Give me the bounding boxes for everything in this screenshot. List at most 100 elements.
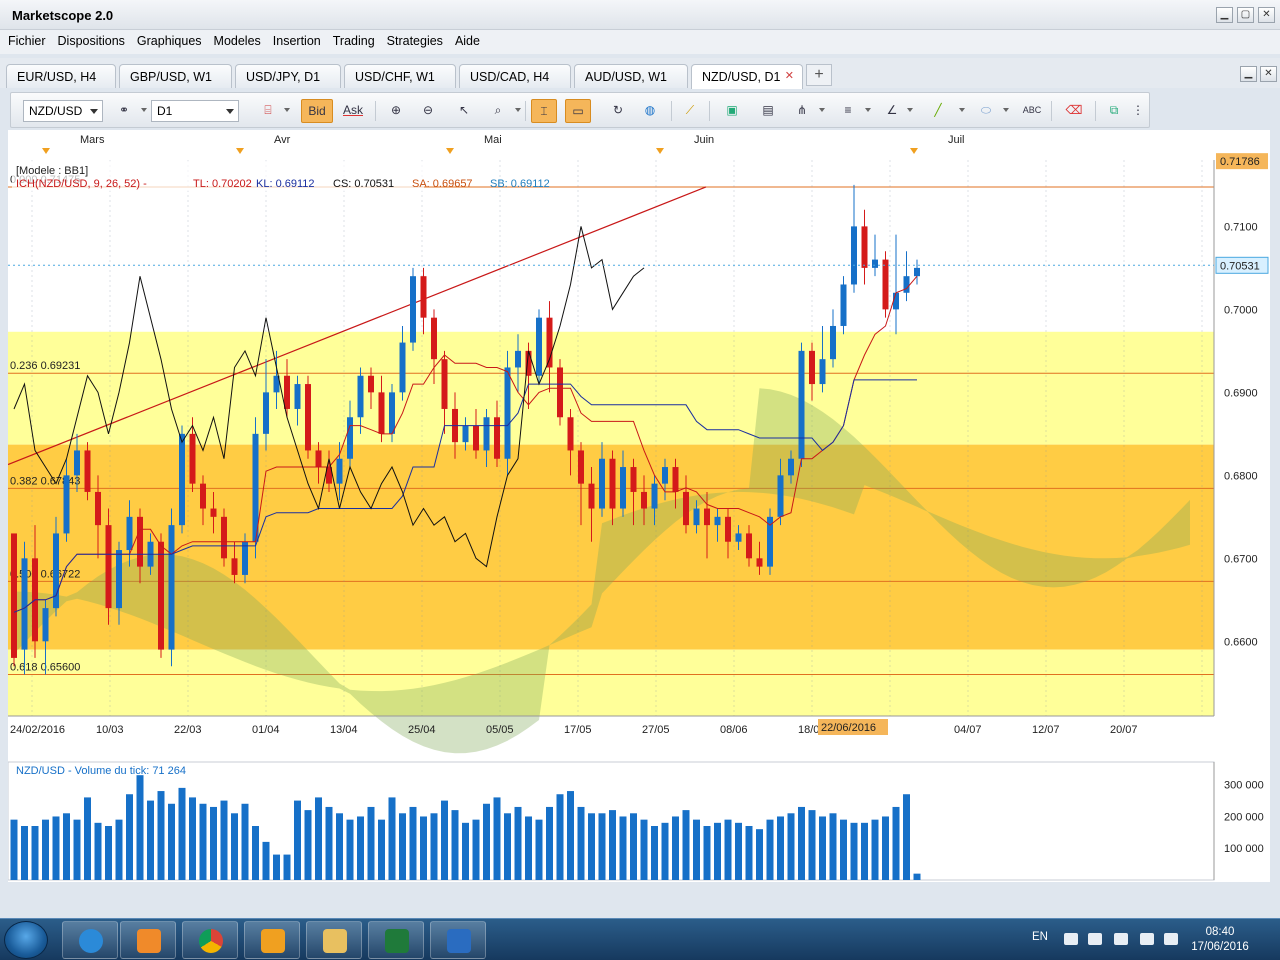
close-window-button[interactable]: ✕ <box>1258 7 1275 23</box>
menu-trading[interactable]: Trading <box>325 30 379 48</box>
date-tick-label: 08/06 <box>720 724 748 736</box>
volume-bar <box>514 806 522 880</box>
hierarchy-icon[interactable]: ⧉ <box>1101 99 1127 123</box>
refresh-icon[interactable]: ↻ <box>605 99 631 123</box>
candle-body <box>242 541 248 575</box>
fan-tool-icon[interactable]: ∠ <box>879 99 905 123</box>
taskbar-outlook-icon[interactable] <box>244 921 300 959</box>
month-marker <box>910 148 918 154</box>
tab-nzdusd-d1[interactable]: NZD/USD, D1 ✕ <box>691 64 803 89</box>
start-button[interactable] <box>4 921 48 959</box>
minimize-button[interactable]: ▁ <box>1216 7 1233 23</box>
menu-modeles[interactable]: Modeles <box>206 30 265 48</box>
globe-icon[interactable]: ◍ <box>637 99 663 123</box>
crosshair-icon[interactable]: ⌶ <box>531 99 557 123</box>
month-label: Avr <box>274 134 291 146</box>
taskbar-excel-icon[interactable] <box>368 921 424 959</box>
zoom-out-icon[interactable]: ⊖ <box>415 99 441 123</box>
volume-bar <box>777 816 784 880</box>
chart-panel[interactable]: 0.000 0.714750.236 0.692310.382 0.678430… <box>8 130 1270 882</box>
tab-usdchf-w1[interactable]: USD/CHF, W1 <box>344 64 456 88</box>
lines-tool-icon[interactable]: ≡ <box>835 99 861 123</box>
candle-body <box>641 491 647 509</box>
zoom-range-icon[interactable]: ⌕ <box>485 99 511 123</box>
tray-language[interactable]: EN <box>1032 931 1048 943</box>
ellipse-tool-icon[interactable]: ⬭ <box>973 99 999 123</box>
tray-clock[interactable]: 08:40 17/06/2016 <box>1190 925 1250 955</box>
menu-strategies[interactable]: Strategies <box>379 30 447 48</box>
menu-insertion[interactable]: Insertion <box>265 30 325 48</box>
volume-bar <box>357 816 364 880</box>
cursor-icon[interactable]: ↖ <box>451 99 477 123</box>
instrument-select[interactable]: NZD/USD <box>23 100 103 122</box>
candle-body <box>504 367 511 459</box>
volume-bar <box>882 816 889 880</box>
tab-close-icon[interactable]: ✕ <box>785 69 794 82</box>
tab-audusd-w1[interactable]: AUD/USD, W1 <box>574 64 688 88</box>
menu-dispositions[interactable]: Dispositions <box>50 30 129 48</box>
chart-type-icon[interactable]: ⌸ <box>255 99 281 123</box>
price-tick-label: 0.6900 <box>1224 387 1258 399</box>
tray-volume-icon[interactable] <box>1164 933 1178 945</box>
bid-button[interactable]: Bid <box>301 99 333 123</box>
menu-aide[interactable]: Aide <box>447 30 484 48</box>
toolbar-overflow-icon[interactable]: ⋮ <box>1131 99 1145 123</box>
volume-bar <box>556 794 564 880</box>
text-tool-icon[interactable]: ABC <box>1019 99 1045 123</box>
tray-flag-icon[interactable] <box>1114 933 1128 945</box>
volume-bar <box>756 829 763 880</box>
timeframe-select[interactable]: D1 <box>151 100 239 122</box>
taskbar-ie-icon[interactable] <box>62 921 118 959</box>
pane-minimize-button[interactable]: ▁ <box>1240 66 1257 82</box>
volume-bar <box>850 822 858 880</box>
volume-bar <box>451 810 459 880</box>
volume-bar <box>367 806 375 880</box>
chart-window-icon[interactable]: ▤ <box>755 99 781 123</box>
menu-graphiques[interactable]: Graphiques <box>129 30 206 48</box>
app-title: Marketscope 2.0 <box>12 8 114 23</box>
tab-eurusd-h4[interactable]: EUR/USD, H4 <box>6 64 116 88</box>
fork-tool-icon[interactable]: ⋔ <box>789 99 815 123</box>
volume-bar <box>903 794 910 880</box>
pane-close-button[interactable]: ✕ <box>1260 66 1277 82</box>
volume-bar <box>430 813 438 880</box>
volume-bar <box>378 819 385 880</box>
candle-body <box>578 450 584 484</box>
candle-body <box>609 458 616 509</box>
trendline-tool-icon[interactable]: ╱ <box>925 99 951 123</box>
tray-keyboard-icon[interactable] <box>1088 933 1102 945</box>
tray-arrow-icon[interactable] <box>1064 933 1078 945</box>
taskbar-explorer-icon[interactable] <box>306 921 362 959</box>
candle-body <box>620 467 626 509</box>
zoom-in-icon[interactable]: ⊕ <box>383 99 409 123</box>
volume-bar <box>178 787 186 880</box>
candlestick-chart[interactable]: 0.000 0.714750.236 0.692310.382 0.678430… <box>8 130 1270 882</box>
eraser-icon[interactable]: ⌫ <box>1061 99 1087 123</box>
candle-body <box>357 375 364 418</box>
taskbar-media-icon[interactable] <box>120 921 176 959</box>
ruler-icon[interactable]: ⟋ <box>677 99 703 123</box>
taskbar-chrome-icon[interactable] <box>182 921 238 959</box>
link-chart-icon[interactable]: ⚭ <box>111 99 137 123</box>
legend-ichimoku: ICH(NZD/USD, 9, 26, 52) - <box>16 178 147 190</box>
volume-bar <box>892 806 900 880</box>
tab-usdcad-h4[interactable]: USD/CAD, H4 <box>459 64 571 88</box>
add-tab-button[interactable]: + <box>806 64 832 86</box>
tab-gbpusd-w1[interactable]: GBP/USD, W1 <box>119 64 232 88</box>
volume-bar <box>619 816 627 880</box>
ask-button[interactable]: Ask <box>337 99 369 123</box>
restore-button[interactable]: ▢ <box>1237 7 1254 23</box>
menu-fichier[interactable]: Fichier <box>0 30 50 48</box>
candle-body <box>105 525 112 609</box>
price-tick-label: 0.7100 <box>1224 221 1258 233</box>
tray-network-icon[interactable] <box>1140 933 1154 945</box>
volume-bar <box>787 813 795 880</box>
taskbar-marketscope-icon[interactable] <box>430 921 486 959</box>
fib-label: 0.500 0.66722 <box>10 568 80 580</box>
data-window-icon[interactable]: ▭ <box>565 99 591 123</box>
image-icon[interactable]: ▣ <box>719 99 745 123</box>
candle-body <box>84 450 91 492</box>
tab-usdjpy-d1[interactable]: USD/JPY, D1 <box>235 64 341 88</box>
volume-bar <box>10 819 18 880</box>
volume-bar <box>94 822 102 880</box>
